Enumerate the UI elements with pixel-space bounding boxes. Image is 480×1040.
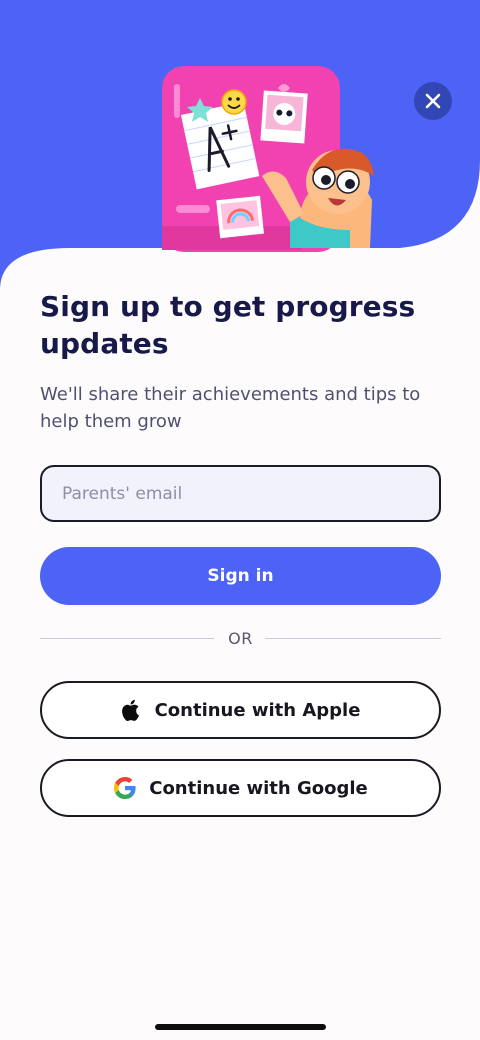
page-title: Sign up to get progress updates: [40, 290, 416, 360]
close-button[interactable]: [414, 82, 452, 120]
divider-line-right: [265, 638, 441, 639]
close-icon: [425, 93, 441, 109]
signup-header: Sign up to get progress updates We'll sh…: [40, 288, 442, 435]
google-button-label: Continue with Google: [149, 777, 368, 799]
report-card-illustration-icon: [0, 0, 480, 290]
continue-with-apple-button[interactable]: Continue with Apple: [40, 681, 441, 739]
home-indicator: [155, 1024, 326, 1030]
or-divider: OR: [40, 627, 441, 651]
apple-button-label: Continue with Apple: [154, 699, 361, 721]
sign-in-label: Sign in: [207, 566, 274, 586]
apple-icon: [121, 699, 139, 721]
hero-banner: [0, 0, 480, 300]
google-icon: [114, 777, 136, 799]
continue-with-google-button[interactable]: Continue with Google: [40, 759, 441, 817]
page-subtitle: We'll share their achievements and tips …: [40, 384, 421, 432]
parents-email-field[interactable]: [40, 465, 441, 522]
sign-in-button[interactable]: Sign in: [40, 547, 441, 605]
